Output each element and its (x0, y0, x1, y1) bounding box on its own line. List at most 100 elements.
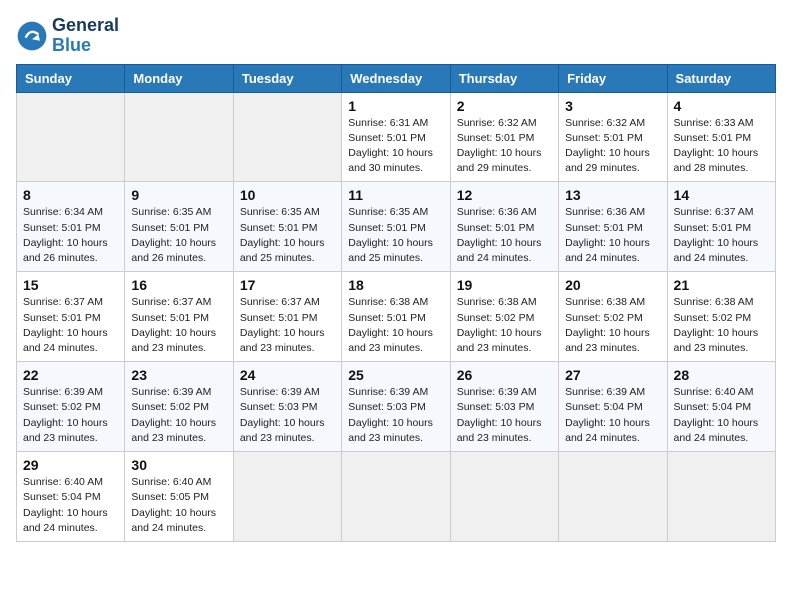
day-cell: 19 Sunrise: 6:38 AM Sunset: 5:02 PM Dayl… (450, 272, 558, 362)
weekday-header: Sunday (17, 64, 125, 92)
day-info: Sunrise: 6:39 AM Sunset: 5:02 PM Dayligh… (131, 385, 226, 446)
day-number: 15 (23, 277, 118, 293)
empty-day-cell (342, 452, 450, 542)
day-cell: 1 Sunrise: 6:31 AM Sunset: 5:01 PM Dayli… (342, 92, 450, 182)
weekday-header: Saturday (667, 64, 775, 92)
day-info: Sunrise: 6:40 AM Sunset: 5:04 PM Dayligh… (23, 475, 118, 536)
day-number: 18 (348, 277, 443, 293)
day-cell: 30 Sunrise: 6:40 AM Sunset: 5:05 PM Dayl… (125, 452, 233, 542)
empty-day-cell (17, 92, 125, 182)
day-number: 16 (131, 277, 226, 293)
day-info: Sunrise: 6:38 AM Sunset: 5:01 PM Dayligh… (348, 295, 443, 356)
day-number: 23 (131, 367, 226, 383)
day-number: 1 (348, 98, 443, 114)
calendar-week-row: 22 Sunrise: 6:39 AM Sunset: 5:02 PM Dayl… (17, 362, 776, 452)
day-info: Sunrise: 6:38 AM Sunset: 5:02 PM Dayligh… (674, 295, 769, 356)
empty-day-cell (667, 452, 775, 542)
day-number: 25 (348, 367, 443, 383)
day-info: Sunrise: 6:40 AM Sunset: 5:05 PM Dayligh… (131, 475, 226, 536)
logo: General Blue (16, 16, 119, 56)
logo-text: General Blue (52, 16, 119, 56)
day-cell: 8 Sunrise: 6:34 AM Sunset: 5:01 PM Dayli… (17, 182, 125, 272)
day-info: Sunrise: 6:39 AM Sunset: 5:02 PM Dayligh… (23, 385, 118, 446)
day-info: Sunrise: 6:39 AM Sunset: 5:03 PM Dayligh… (240, 385, 335, 446)
day-number: 8 (23, 187, 118, 203)
day-number: 29 (23, 457, 118, 473)
empty-day-cell (233, 92, 341, 182)
day-info: Sunrise: 6:32 AM Sunset: 5:01 PM Dayligh… (457, 116, 552, 177)
day-info: Sunrise: 6:36 AM Sunset: 5:01 PM Dayligh… (457, 205, 552, 266)
calendar-week-row: 15 Sunrise: 6:37 AM Sunset: 5:01 PM Dayl… (17, 272, 776, 362)
page-header: General Blue (16, 16, 776, 56)
day-info: Sunrise: 6:38 AM Sunset: 5:02 PM Dayligh… (565, 295, 660, 356)
empty-day-cell (450, 452, 558, 542)
day-cell: 9 Sunrise: 6:35 AM Sunset: 5:01 PM Dayli… (125, 182, 233, 272)
day-cell: 14 Sunrise: 6:37 AM Sunset: 5:01 PM Dayl… (667, 182, 775, 272)
day-cell: 29 Sunrise: 6:40 AM Sunset: 5:04 PM Dayl… (17, 452, 125, 542)
calendar-table: SundayMondayTuesdayWednesdayThursdayFrid… (16, 64, 776, 542)
day-number: 9 (131, 187, 226, 203)
day-info: Sunrise: 6:37 AM Sunset: 5:01 PM Dayligh… (23, 295, 118, 356)
day-number: 10 (240, 187, 335, 203)
day-cell: 18 Sunrise: 6:38 AM Sunset: 5:01 PM Dayl… (342, 272, 450, 362)
day-info: Sunrise: 6:36 AM Sunset: 5:01 PM Dayligh… (565, 205, 660, 266)
day-cell: 2 Sunrise: 6:32 AM Sunset: 5:01 PM Dayli… (450, 92, 558, 182)
day-info: Sunrise: 6:39 AM Sunset: 5:04 PM Dayligh… (565, 385, 660, 446)
empty-day-cell (233, 452, 341, 542)
day-cell: 25 Sunrise: 6:39 AM Sunset: 5:03 PM Dayl… (342, 362, 450, 452)
day-cell: 16 Sunrise: 6:37 AM Sunset: 5:01 PM Dayl… (125, 272, 233, 362)
day-number: 30 (131, 457, 226, 473)
day-info: Sunrise: 6:34 AM Sunset: 5:01 PM Dayligh… (23, 205, 118, 266)
day-cell: 24 Sunrise: 6:39 AM Sunset: 5:03 PM Dayl… (233, 362, 341, 452)
calendar-week-row: 1 Sunrise: 6:31 AM Sunset: 5:01 PM Dayli… (17, 92, 776, 182)
empty-day-cell (125, 92, 233, 182)
day-info: Sunrise: 6:39 AM Sunset: 5:03 PM Dayligh… (348, 385, 443, 446)
day-number: 2 (457, 98, 552, 114)
day-number: 26 (457, 367, 552, 383)
day-number: 20 (565, 277, 660, 293)
day-number: 12 (457, 187, 552, 203)
day-number: 4 (674, 98, 769, 114)
day-cell: 11 Sunrise: 6:35 AM Sunset: 5:01 PM Dayl… (342, 182, 450, 272)
day-info: Sunrise: 6:37 AM Sunset: 5:01 PM Dayligh… (131, 295, 226, 356)
day-number: 27 (565, 367, 660, 383)
day-cell: 23 Sunrise: 6:39 AM Sunset: 5:02 PM Dayl… (125, 362, 233, 452)
day-number: 24 (240, 367, 335, 383)
day-info: Sunrise: 6:39 AM Sunset: 5:03 PM Dayligh… (457, 385, 552, 446)
day-info: Sunrise: 6:33 AM Sunset: 5:01 PM Dayligh… (674, 116, 769, 177)
day-number: 17 (240, 277, 335, 293)
day-info: Sunrise: 6:31 AM Sunset: 5:01 PM Dayligh… (348, 116, 443, 177)
logo-icon (16, 20, 48, 52)
day-info: Sunrise: 6:40 AM Sunset: 5:04 PM Dayligh… (674, 385, 769, 446)
calendar-week-row: 8 Sunrise: 6:34 AM Sunset: 5:01 PM Dayli… (17, 182, 776, 272)
day-info: Sunrise: 6:35 AM Sunset: 5:01 PM Dayligh… (131, 205, 226, 266)
weekday-header: Thursday (450, 64, 558, 92)
day-cell: 17 Sunrise: 6:37 AM Sunset: 5:01 PM Dayl… (233, 272, 341, 362)
day-cell: 27 Sunrise: 6:39 AM Sunset: 5:04 PM Dayl… (559, 362, 667, 452)
calendar-header-row: SundayMondayTuesdayWednesdayThursdayFrid… (17, 64, 776, 92)
day-info: Sunrise: 6:35 AM Sunset: 5:01 PM Dayligh… (348, 205, 443, 266)
weekday-header: Wednesday (342, 64, 450, 92)
day-cell: 10 Sunrise: 6:35 AM Sunset: 5:01 PM Dayl… (233, 182, 341, 272)
day-number: 21 (674, 277, 769, 293)
day-number: 19 (457, 277, 552, 293)
day-number: 14 (674, 187, 769, 203)
weekday-header: Monday (125, 64, 233, 92)
day-cell: 15 Sunrise: 6:37 AM Sunset: 5:01 PM Dayl… (17, 272, 125, 362)
weekday-header: Tuesday (233, 64, 341, 92)
day-cell: 3 Sunrise: 6:32 AM Sunset: 5:01 PM Dayli… (559, 92, 667, 182)
day-info: Sunrise: 6:37 AM Sunset: 5:01 PM Dayligh… (240, 295, 335, 356)
empty-day-cell (559, 452, 667, 542)
day-info: Sunrise: 6:38 AM Sunset: 5:02 PM Dayligh… (457, 295, 552, 356)
day-cell: 22 Sunrise: 6:39 AM Sunset: 5:02 PM Dayl… (17, 362, 125, 452)
day-number: 22 (23, 367, 118, 383)
calendar-week-row: 29 Sunrise: 6:40 AM Sunset: 5:04 PM Dayl… (17, 452, 776, 542)
day-number: 3 (565, 98, 660, 114)
weekday-header: Friday (559, 64, 667, 92)
day-cell: 12 Sunrise: 6:36 AM Sunset: 5:01 PM Dayl… (450, 182, 558, 272)
day-cell: 13 Sunrise: 6:36 AM Sunset: 5:01 PM Dayl… (559, 182, 667, 272)
day-cell: 20 Sunrise: 6:38 AM Sunset: 5:02 PM Dayl… (559, 272, 667, 362)
day-cell: 26 Sunrise: 6:39 AM Sunset: 5:03 PM Dayl… (450, 362, 558, 452)
day-cell: 4 Sunrise: 6:33 AM Sunset: 5:01 PM Dayli… (667, 92, 775, 182)
day-number: 13 (565, 187, 660, 203)
